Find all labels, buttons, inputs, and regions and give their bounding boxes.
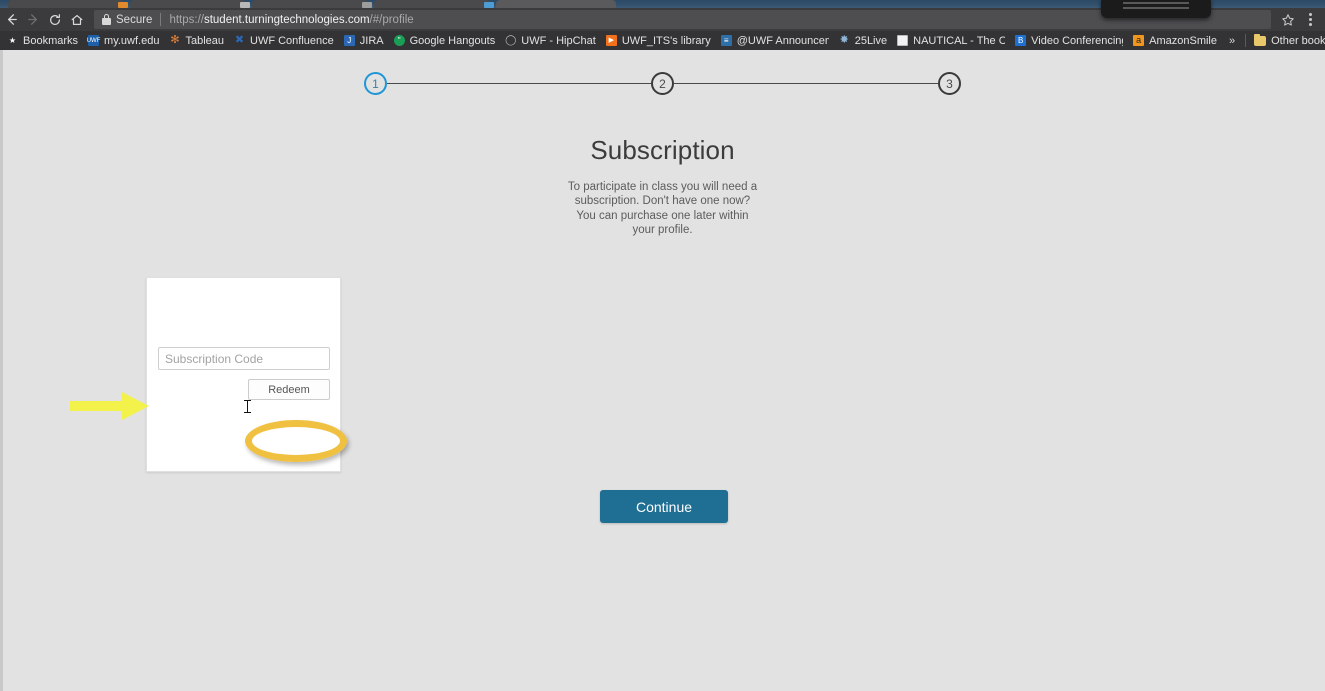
- bookmark-item-bookmarks[interactable]: ★ Bookmarks: [2, 32, 83, 49]
- tableau-icon: ✻: [170, 34, 180, 46]
- browser-tab[interactable]: [130, 0, 246, 8]
- step-number: 2: [659, 76, 666, 91]
- page-viewport: 1 2 3 Subscription To participate in cla…: [0, 50, 1325, 691]
- url-scheme: https://: [169, 13, 204, 26]
- bookmark-label: JIRA: [359, 34, 384, 47]
- kebab-menu-icon[interactable]: [1299, 9, 1321, 31]
- bookmark-item-uwf-announcements[interactable]: ≡ @UWF Announceme: [716, 32, 834, 49]
- step-connector-1-2: [387, 83, 651, 84]
- bookmark-label: my.uwf.edu: [104, 34, 160, 47]
- announcements-icon: ≡: [720, 35, 732, 46]
- progress-stepper: 1 2 3: [0, 72, 1325, 95]
- bookmark-item-video-conferencing[interactable]: B Video Conferencing: [1010, 32, 1128, 49]
- bookmark-item-uwf-confluence[interactable]: ✖ UWF Confluence: [229, 32, 339, 49]
- dark-popup-overlay: [1101, 0, 1211, 18]
- bookmark-label: AmazonSmile: [1149, 34, 1217, 47]
- browser-tab[interactable]: [374, 0, 490, 8]
- other-bookmarks-label: Other bookmarks: [1271, 34, 1325, 47]
- continue-button[interactable]: Continue: [600, 490, 728, 523]
- bookmark-label: Tableau: [185, 34, 225, 47]
- browser-window: Secure https://student.turningtechnologi…: [0, 0, 1325, 691]
- back-icon[interactable]: [0, 9, 22, 31]
- step-number: 3: [946, 76, 953, 91]
- omnibox-divider: [160, 13, 162, 26]
- browser-tab-active[interactable]: [496, 0, 616, 8]
- security-status-label: Secure: [116, 13, 153, 26]
- bookmark-item-nautical[interactable]: NAUTICAL - The Com: [892, 32, 1010, 49]
- bookmark-item-uwf-its-library[interactable]: ▶ UWF_ITS's library: [601, 32, 716, 49]
- jira-icon: J: [343, 35, 355, 46]
- hangouts-icon: ": [393, 35, 405, 46]
- bookmark-item-tableau[interactable]: ✻ Tableau: [164, 32, 229, 49]
- 25live-icon: ✸: [839, 34, 849, 46]
- hipchat-icon: ◯: [505, 34, 517, 46]
- step-connector-2-3: [674, 83, 938, 84]
- subscription-card: Redeem: [146, 277, 341, 472]
- url-host: student.turningtechnologies.com: [203, 13, 370, 26]
- yellow-arrow-annotation: [70, 392, 149, 420]
- bookmark-label: UWF Confluence: [250, 34, 334, 47]
- bookmarks-overflow-group: » Other bookmarks: [1222, 32, 1325, 49]
- bookmark-item-my-uwf-edu[interactable]: UWF my.uwf.edu: [83, 32, 164, 49]
- play-icon: ▶: [605, 35, 617, 46]
- bookmark-label: Bookmarks: [23, 34, 79, 47]
- bookmark-label: 25Live: [854, 34, 888, 47]
- step-indicator-3[interactable]: 3: [938, 72, 961, 95]
- page-title: Subscription: [590, 135, 735, 165]
- page-description: To participate in class you will need a …: [567, 181, 758, 236]
- bookmark-label: UWF_ITS's library: [621, 34, 711, 47]
- speaker-grille-icon: [1123, 2, 1189, 11]
- chevron-double-right-icon[interactable]: »: [1222, 35, 1242, 47]
- subscription-code-input[interactable]: [158, 347, 330, 370]
- address-bar-url: https://student.turningtechnologies.com/…: [169, 14, 413, 26]
- bookmark-item-amazonsmile[interactable]: a AmazonSmile: [1128, 32, 1222, 49]
- other-bookmarks-folder[interactable]: Other bookmarks: [1249, 32, 1325, 49]
- bookmark-star-icon[interactable]: [1277, 9, 1299, 31]
- step-indicator-2[interactable]: 2: [651, 72, 674, 95]
- bookmarks-bar: ★ Bookmarks UWF my.uwf.edu ✻ Tableau ✖ U…: [0, 31, 1325, 50]
- bookmark-label: Google Hangouts: [409, 34, 496, 47]
- bookmark-item-jira[interactable]: J JIRA: [339, 32, 389, 49]
- redeem-button[interactable]: Redeem: [248, 379, 330, 400]
- url-path: /#/profile: [369, 13, 414, 26]
- bookmark-item-uwf-hipchat[interactable]: ◯ UWF - HipChat: [500, 32, 601, 49]
- confluence-icon: ✖: [234, 34, 245, 46]
- browser-tab[interactable]: [8, 0, 124, 8]
- folder-icon: [1254, 33, 1267, 46]
- bookmark-label: UWF - HipChat: [521, 34, 596, 47]
- forward-icon[interactable]: [22, 9, 44, 31]
- lock-icon: [102, 14, 111, 25]
- video-conf-icon: B: [1015, 35, 1027, 46]
- address-bar[interactable]: Secure https://student.turningtechnologi…: [94, 10, 1271, 29]
- star-icon: ★: [8, 35, 17, 45]
- step-number: 1: [372, 76, 379, 91]
- home-icon[interactable]: [66, 9, 88, 31]
- bookmark-label: NAUTICAL - The Com: [913, 34, 1006, 47]
- bookmark-label: @UWF Announceme: [736, 34, 829, 47]
- bookmark-label: Video Conferencing: [1031, 34, 1124, 47]
- bookmarks-divider: [1245, 34, 1247, 47]
- bookmark-item-google-hangouts[interactable]: " Google Hangouts: [389, 32, 501, 49]
- amazon-icon: a: [1133, 35, 1145, 46]
- uwf-icon: UWF: [87, 35, 100, 46]
- reload-icon[interactable]: [44, 9, 66, 31]
- document-icon: [897, 35, 909, 46]
- step-indicator-1[interactable]: 1: [364, 72, 387, 95]
- browser-tab[interactable]: [252, 0, 368, 8]
- bookmark-item-25live[interactable]: ✸ 25Live: [834, 32, 892, 49]
